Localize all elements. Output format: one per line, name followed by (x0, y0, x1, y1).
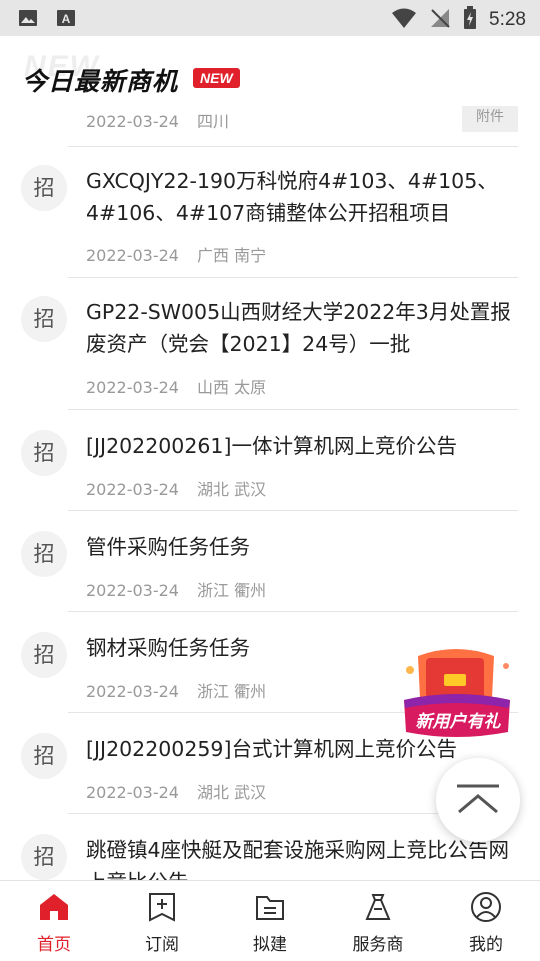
clock-time: 5:28 (489, 9, 526, 30)
item-date: 2022-03-24 (86, 480, 179, 499)
item-region: 浙江 衢州 (196, 682, 267, 701)
tab-label: 服务商 (352, 935, 404, 955)
gallery-icon (18, 8, 38, 32)
item-region: 湖北 武汉 (196, 783, 267, 802)
list-item[interactable]: 招 管件采购任务任务 2022-03-24 浙江 衢州 (0, 511, 540, 611)
tab-proposed[interactable]: 拟建 (216, 881, 324, 961)
wifi-icon (391, 7, 417, 33)
item-meta: 2022-03-24 广西 南宁 (86, 242, 266, 266)
list-item[interactable]: 招 [JJ202200261]一体计算机网上竞价公告 2022-03-24 湖北 … (0, 410, 540, 510)
tender-type-icon: 招 (21, 834, 67, 880)
new-badge: NEW (193, 68, 240, 88)
tender-type-icon: 招 (21, 733, 67, 779)
item-date: 2022-03-24 (86, 682, 179, 701)
back-to-top-button[interactable] (436, 758, 520, 842)
item-title: [JJ202200261]一体计算机网上竞价公告 (86, 434, 457, 458)
item-date: 2022-03-24 (86, 246, 179, 265)
service-provider-icon (362, 891, 394, 923)
item-title: 管件采购任务任务 (86, 535, 250, 559)
item-meta: 2022-03-24 山西 太原 (86, 374, 266, 398)
tab-subscribe[interactable]: 订阅 (108, 881, 216, 961)
tender-type-icon: 招 (21, 632, 67, 678)
tab-home[interactable]: 首页 (0, 881, 108, 961)
profile-icon (470, 891, 502, 923)
arrow-up-icon (454, 782, 502, 822)
item-region: 四川 (196, 112, 229, 131)
tab-label: 首页 (37, 935, 71, 955)
tab-label: 我的 (469, 935, 503, 955)
folder-icon (254, 891, 286, 923)
item-region: 湖北 武汉 (196, 480, 267, 499)
tender-type-icon: 招 (21, 296, 67, 342)
list-item[interactable]: 招 GP22-SW005山西财经大学2022年3月处置报废资产（党会【2021】… (0, 278, 540, 408)
tab-label: 订阅 (145, 935, 179, 955)
tender-type-icon: 招 (21, 165, 67, 211)
item-region: 浙江 衢州 (196, 581, 267, 600)
home-icon (38, 891, 70, 923)
tender-type-icon: 招 (21, 531, 67, 577)
item-date: 2022-03-24 (86, 581, 179, 600)
item-title: 跳磴镇4座快艇及配套设施采购网上竞比公告网上竞比公告 (86, 838, 510, 880)
new-user-gift-badge[interactable]: 新用户有礼 (396, 644, 516, 744)
item-date: 2022-03-24 (86, 783, 179, 802)
item-meta: 2022-03-24 湖北 武汉 (86, 779, 266, 803)
status-bar: A 5:28 (0, 0, 540, 36)
tab-service-provider[interactable]: 服务商 (324, 881, 432, 961)
item-region: 广西 南宁 (196, 246, 267, 265)
subscribe-icon (146, 891, 178, 923)
item-date: 2022-03-24 (86, 112, 179, 131)
promo-text: 新用户有礼 (415, 712, 501, 732)
item-meta: 2022-03-24 四川 (86, 108, 229, 132)
list-item-partial[interactable]: 2022-03-24 四川 附件 (0, 106, 540, 146)
font-app-icon: A (56, 8, 76, 32)
tab-label: 拟建 (253, 935, 287, 955)
item-meta: 2022-03-24 湖北 武汉 (86, 476, 266, 500)
battery-charging-icon (463, 6, 477, 34)
item-date: 2022-03-24 (86, 378, 179, 397)
no-signal-icon (429, 7, 451, 33)
attachment-badge: 附件 (462, 106, 518, 132)
page-title: 今日最新商机 (22, 67, 179, 96)
tab-profile[interactable]: 我的 (432, 881, 540, 961)
item-region: 山西 太原 (196, 378, 267, 397)
page-header: NEW 今日最新商机 NEW (0, 36, 540, 106)
item-title: GXCQJY22-190万科悦府4#103、4#105、4#106、4#107商… (86, 169, 498, 225)
item-meta: 2022-03-24 浙江 衢州 (86, 678, 266, 702)
list-item[interactable]: 招 GXCQJY22-190万科悦府4#103、4#105、4#106、4#10… (0, 147, 540, 277)
item-title: GP22-SW005山西财经大学2022年3月处置报废资产（党会【2021】24… (86, 300, 511, 356)
item-meta: 2022-03-24 浙江 衢州 (86, 577, 266, 601)
tender-type-icon: 招 (21, 430, 67, 476)
svg-text:A: A (62, 12, 71, 26)
bottom-tab-bar: 首页 订阅 拟建 服务商 我的 (0, 880, 540, 961)
